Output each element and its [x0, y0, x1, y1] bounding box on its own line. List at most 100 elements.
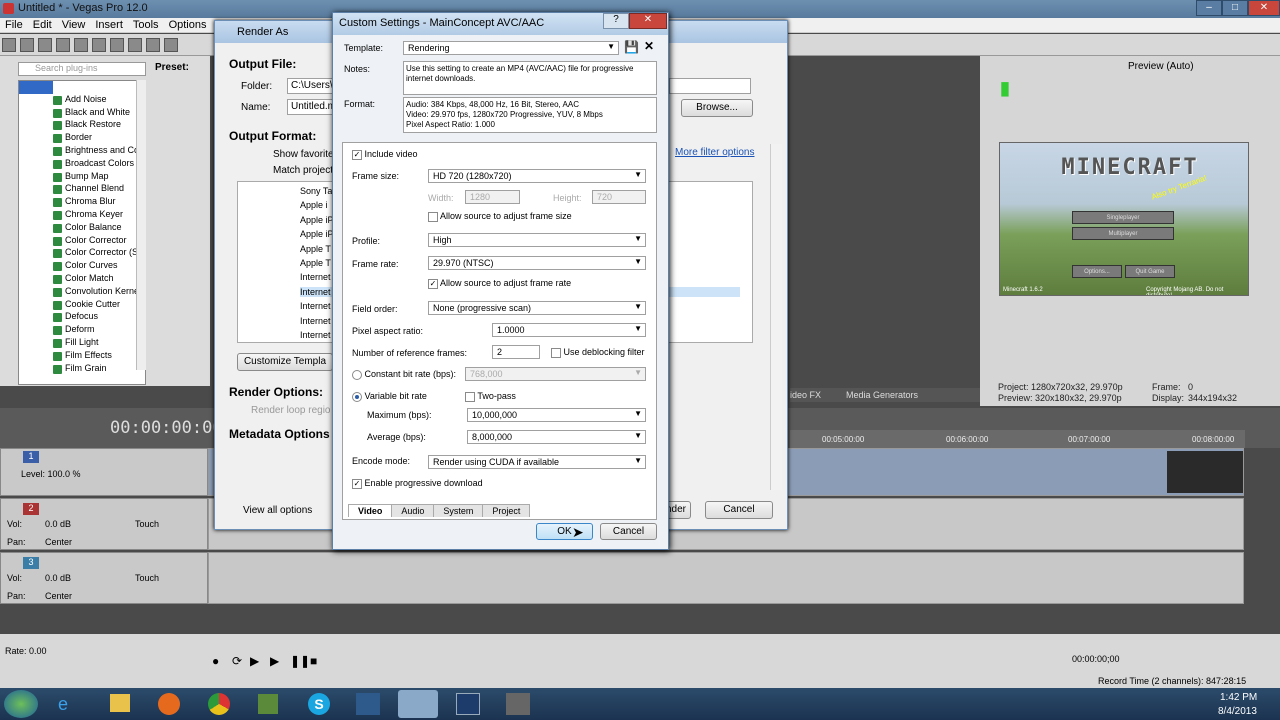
vegas-taskbar-icon[interactable]: [398, 690, 438, 718]
fx-list-item[interactable]: Broadcast Colors: [19, 158, 145, 171]
explorer-icon[interactable]: [110, 694, 130, 712]
allow-frame-size-checkbox[interactable]: [428, 211, 438, 222]
fx-list-item[interactable]: Cookie Cutter: [19, 299, 145, 312]
fx-list-item[interactable]: Black Restore: [19, 119, 145, 132]
avg-bitrate-dropdown[interactable]: 8,000,000 ▼: [467, 430, 646, 444]
folder-dropdown[interactable]: [669, 78, 751, 94]
audio-app-icon[interactable]: [356, 693, 380, 715]
minimize-button[interactable]: –: [1196, 0, 1222, 16]
field-order-dropdown[interactable]: None (progressive scan) ▼: [428, 301, 646, 315]
timeline-ruler[interactable]: 00:05:00:00 00:06:00:00 00:07:00:00 00:0…: [790, 430, 1245, 448]
allow-frame-rate-row[interactable]: ✓ Allow source to adjust frame rate: [428, 278, 571, 289]
paste-icon[interactable]: [146, 38, 160, 52]
copy-icon[interactable]: [128, 38, 142, 52]
save-template-icon[interactable]: 💾: [624, 40, 639, 54]
fx-list-item[interactable]: Film Grain: [19, 363, 145, 376]
fx-list-item[interactable]: Black and White: [19, 107, 145, 120]
fx-list-item[interactable]: Channel Blend: [19, 183, 145, 196]
stop-icon[interactable]: ■: [310, 654, 317, 668]
cbr-dropdown[interactable]: 768,000 ▼: [465, 367, 646, 381]
format-tree-item[interactable]: Internet: [300, 272, 331, 282]
format-tree-item[interactable]: Internet: [300, 301, 331, 311]
fx-all-folder[interactable]: All: [19, 81, 63, 94]
output-file-heading[interactable]: Output File:: [229, 57, 296, 71]
skype-icon[interactable]: S: [308, 693, 330, 715]
menu-insert[interactable]: Insert: [90, 18, 128, 32]
track-header-1[interactable]: 1 Level: 100.0 %: [0, 448, 208, 496]
fx-scrollbar[interactable]: [136, 80, 146, 370]
close-button[interactable]: ✕: [1248, 0, 1280, 16]
fx-list-item[interactable]: Chroma Blur: [19, 196, 145, 209]
format-tree-item[interactable]: Apple T: [300, 258, 331, 268]
format-tree-item[interactable]: Apple iP: [300, 215, 334, 225]
format-tree-item[interactable]: Sony Ta: [300, 186, 332, 196]
vbr-radio[interactable]: [352, 391, 362, 402]
customize-template-button[interactable]: Customize Templa: [237, 353, 333, 371]
height-input[interactable]: 720: [592, 190, 646, 204]
name-input[interactable]: Untitled.m: [287, 99, 333, 115]
properties-icon[interactable]: [92, 38, 106, 52]
deblock-checkbox[interactable]: [551, 347, 561, 358]
par-dropdown[interactable]: 1.0000 ▼: [492, 323, 646, 337]
preview-quality-dropdown[interactable]: Preview (Auto): [1128, 61, 1194, 72]
frame-rate-dropdown[interactable]: 29.970 (NTSC) ▼: [428, 256, 646, 270]
fx-list-item[interactable]: Color Match: [19, 273, 145, 286]
firefox-icon[interactable]: [158, 693, 180, 715]
fx-list-item[interactable]: Chroma Keyer: [19, 209, 145, 222]
cbr-row[interactable]: Constant bit rate (bps):: [352, 369, 456, 380]
ref-frames-input[interactable]: 2: [492, 345, 540, 359]
fx-list[interactable]: All Add Noise Black and White Black Restore…: [18, 80, 146, 385]
video-event-thumbnail[interactable]: [1167, 451, 1243, 493]
menu-tools[interactable]: Tools: [128, 18, 164, 32]
maximize-button[interactable]: □: [1222, 0, 1248, 16]
fx-list-item[interactable]: Color Corrector (S: [19, 247, 145, 260]
tab-media-generators[interactable]: Media Generators: [846, 390, 918, 400]
play-from-start-icon[interactable]: ▶: [250, 654, 259, 668]
include-video-row[interactable]: ✓ Include video: [352, 149, 418, 160]
vbr-row[interactable]: Variable bit rate: [352, 391, 427, 402]
menu-options[interactable]: Options: [164, 18, 212, 32]
progressive-checkbox[interactable]: ✓: [352, 478, 362, 489]
dialog-cancel-button[interactable]: Cancel: [600, 523, 657, 540]
delete-template-icon[interactable]: ✕: [644, 39, 654, 53]
cbr-radio[interactable]: [352, 369, 362, 380]
fx-list-item[interactable]: Color Balance: [19, 222, 145, 235]
render-as-cancel-button[interactable]: Cancel: [705, 501, 773, 519]
undo-icon[interactable]: [164, 38, 178, 52]
tab-video-fx[interactable]: ideo FX: [790, 390, 821, 400]
render-icon[interactable]: [74, 38, 88, 52]
render-as-scrollbar[interactable]: [770, 144, 782, 490]
dialog-close-button[interactable]: ✕: [629, 13, 667, 29]
menu-view[interactable]: View: [57, 18, 91, 32]
folder-input[interactable]: C:\Users\: [287, 78, 333, 94]
more-filter-options-link[interactable]: More filter options: [675, 147, 754, 158]
profile-dropdown[interactable]: High ▼: [428, 233, 646, 247]
fx-list-item[interactable]: Brightness and Co: [19, 145, 145, 158]
loop-icon[interactable]: ⟳: [232, 654, 242, 668]
fx-list-item[interactable]: Film Effects: [19, 350, 145, 363]
start-button[interactable]: [4, 690, 38, 718]
play-icon[interactable]: ▶: [270, 654, 279, 668]
browse-button[interactable]: Browse...: [681, 99, 753, 117]
ie-icon[interactable]: e: [58, 694, 68, 715]
template-dropdown[interactable]: Rendering ▼: [403, 41, 619, 55]
cut-icon[interactable]: [110, 38, 124, 52]
progressive-row[interactable]: ✓ Enable progressive download: [352, 478, 483, 489]
two-pass-row[interactable]: Two-pass: [465, 391, 516, 402]
save-as-icon[interactable]: [56, 38, 70, 52]
new-icon[interactable]: [2, 38, 16, 52]
fx-list-item[interactable]: Bump Map: [19, 171, 145, 184]
media-app-icon[interactable]: [456, 693, 480, 715]
fx-list-item[interactable]: Fill Light: [19, 337, 145, 350]
render-loop-checkbox[interactable]: Render loop regio: [251, 405, 331, 416]
open-icon[interactable]: [20, 38, 34, 52]
fx-list-item[interactable]: Convolution Kerne: [19, 286, 145, 299]
allow-frame-size-row[interactable]: Allow source to adjust frame size: [428, 211, 572, 222]
menu-edit[interactable]: Edit: [28, 18, 57, 32]
menu-file[interactable]: File: [0, 18, 28, 32]
max-bitrate-dropdown[interactable]: 10,000,000 ▼: [467, 408, 646, 422]
fx-list-item[interactable]: Deform: [19, 324, 145, 337]
format-tree-item[interactable]: Apple i: [300, 200, 328, 210]
include-video-checkbox[interactable]: ✓: [352, 149, 362, 160]
touch-label[interactable]: Touch: [135, 573, 159, 583]
